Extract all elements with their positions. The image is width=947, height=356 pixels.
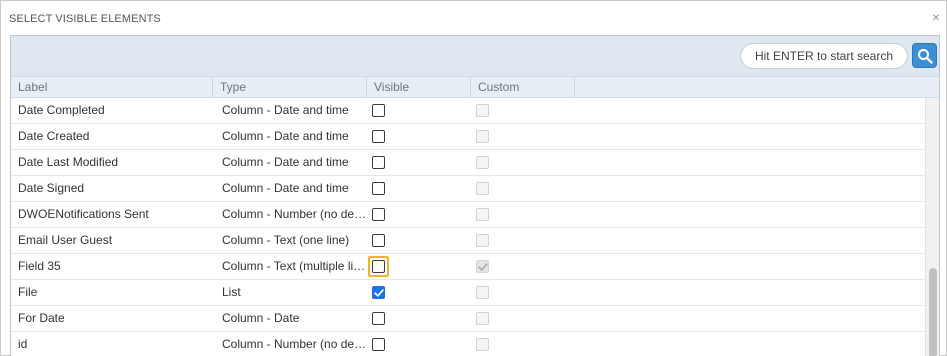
custom-checkbox <box>476 234 489 247</box>
custom-checkbox <box>476 312 489 325</box>
row-label: For Date <box>18 311 65 325</box>
scrollbar-thumb[interactable] <box>929 268 937 356</box>
row-label: Date Last Modified <box>18 155 119 169</box>
close-icon[interactable]: × <box>932 10 940 24</box>
table-row[interactable]: Date Created Column - Date and time <box>11 124 925 150</box>
select-visible-elements-dialog: SELECT VISIBLE ELEMENTS × Label Type Vis… <box>0 0 947 356</box>
row-label: Field 35 <box>18 259 61 273</box>
row-label: Email User Guest <box>18 233 113 247</box>
dialog-header: SELECT VISIBLE ELEMENTS × <box>1 1 946 35</box>
custom-checkbox <box>476 182 489 195</box>
row-type: Column - Date and time <box>222 155 349 169</box>
column-header-custom[interactable]: Custom <box>471 77 575 98</box>
row-label: Date Signed <box>18 181 85 195</box>
custom-checkbox <box>476 130 489 143</box>
row-label: Date Created <box>18 129 90 143</box>
custom-checkbox <box>476 338 489 351</box>
table-row[interactable]: id Column - Number (no deci... <box>11 332 925 356</box>
search-icon <box>918 49 933 64</box>
table-row[interactable]: Email User Guest Column - Text (one line) <box>11 228 925 254</box>
table-row[interactable]: DWOENotifications Sent Column - Number (n… <box>11 202 925 228</box>
visible-checkbox[interactable] <box>372 312 385 325</box>
row-type: List <box>222 285 241 299</box>
row-type: Column - Date <box>222 311 300 325</box>
row-type: Column - Date and time <box>222 129 349 143</box>
visible-checkbox[interactable] <box>372 104 385 117</box>
visible-checkbox[interactable] <box>372 338 385 351</box>
row-label: id <box>18 337 28 351</box>
table-row[interactable]: For Date Column - Date <box>11 306 925 332</box>
grid-body: Date Completed Column - Date and time Date… <box>11 98 925 356</box>
row-type: Column - Text (multiple lin... <box>222 259 369 273</box>
vertical-scrollbar[interactable] <box>925 98 939 356</box>
visible-checkbox[interactable] <box>372 234 385 247</box>
row-type: Column - Date and time <box>222 103 349 117</box>
visible-checkbox[interactable] <box>372 260 385 273</box>
search-button[interactable] <box>912 43 937 68</box>
visible-checkbox[interactable] <box>372 156 385 169</box>
table-row[interactable]: File List <box>11 280 925 306</box>
row-type: Column - Text (one line) <box>222 233 350 247</box>
table-row[interactable]: Date Completed Column - Date and time <box>11 98 925 124</box>
row-type: Column - Date and time <box>222 181 349 195</box>
table-row[interactable]: Field 35 Column - Text (multiple lin... <box>11 254 925 280</box>
custom-checkbox <box>476 208 489 221</box>
column-header-label[interactable]: Label <box>11 77 213 98</box>
custom-checkbox <box>476 260 489 273</box>
table-row[interactable]: Date Signed Column - Date and time <box>11 176 925 202</box>
dialog-title: SELECT VISIBLE ELEMENTS <box>9 13 161 25</box>
row-label: File <box>18 285 38 299</box>
grid-header-row: Label Type Visible Custom <box>11 76 939 98</box>
visible-checkbox[interactable] <box>372 130 385 143</box>
custom-checkbox <box>476 156 489 169</box>
row-label: Date Completed <box>18 103 105 117</box>
grid-toolbar <box>11 36 939 76</box>
visible-checkbox[interactable] <box>372 286 385 299</box>
column-header-type[interactable]: Type <box>213 77 367 98</box>
row-type: Column - Number (no deci... <box>222 207 369 221</box>
search-input[interactable] <box>740 43 908 69</box>
table-row[interactable]: Date Last Modified Column - Date and time <box>11 150 925 176</box>
visible-checkbox[interactable] <box>372 182 385 195</box>
elements-grid: Label Type Visible Custom Date Completed… <box>10 35 940 356</box>
column-header-visible[interactable]: Visible <box>367 77 471 98</box>
row-type: Column - Number (no deci... <box>222 337 369 351</box>
custom-checkbox <box>476 104 489 117</box>
row-label: DWOENotifications Sent <box>18 207 149 221</box>
visible-checkbox[interactable] <box>372 208 385 221</box>
custom-checkbox <box>476 286 489 299</box>
